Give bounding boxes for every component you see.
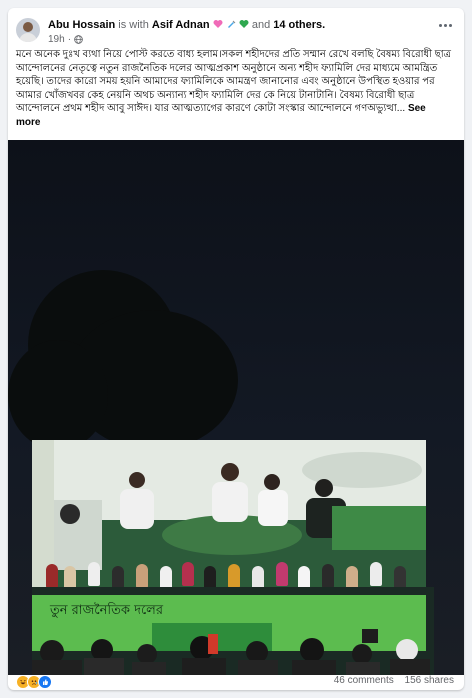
person — [46, 564, 58, 588]
author-avatar[interactable] — [16, 18, 40, 42]
avatar-head — [23, 22, 33, 32]
more-options-icon[interactable] — [436, 18, 454, 32]
post-card: Abu Hossain is with Asif Adnan and 14 ot… — [8, 8, 464, 690]
comments-count[interactable]: 46 comments — [334, 675, 394, 686]
meta-separator: · — [67, 34, 72, 45]
syringe-icon — [227, 20, 236, 28]
others-link[interactable]: 14 others. — [273, 19, 325, 31]
post-text: মনে অনেক দুঃখ ব্যথা নিয়ে পোস্ট করতে বাধ… — [16, 48, 452, 130]
with-text: is with — [118, 19, 149, 31]
post-time[interactable]: 19h — [48, 34, 65, 45]
post-footer: 46 comments 156 shares — [8, 675, 464, 690]
audience-silhouettes — [32, 634, 430, 675]
person — [88, 562, 100, 586]
like-icon — [38, 675, 52, 689]
tree-silhouette — [8, 340, 108, 450]
green-heart-icon — [239, 20, 249, 28]
avatar-body — [19, 33, 37, 42]
person — [276, 562, 288, 586]
person — [370, 562, 382, 586]
tagged-name[interactable]: Asif Adnan — [152, 19, 210, 31]
engagement-stats: 46 comments 156 shares — [326, 675, 454, 686]
person — [228, 564, 240, 588]
globe-icon — [74, 35, 83, 44]
post-photo[interactable]: তুন রাজনৈতিক দলের — [8, 140, 464, 675]
shares-count[interactable]: 156 shares — [405, 675, 454, 686]
and-text: and — [251, 19, 271, 31]
stage: তুন রাজনৈতিক দলের — [32, 440, 434, 675]
reaction-summary[interactable] — [16, 675, 52, 689]
post-names-line: Abu Hossain is with Asif Adnan and 14 ot… — [48, 19, 325, 31]
person — [182, 562, 194, 586]
author-name[interactable]: Abu Hossain — [48, 19, 115, 31]
audience-heads — [32, 630, 434, 675]
post-meta: 19h · — [48, 34, 83, 45]
person — [136, 564, 148, 588]
pink-heart-icon — [213, 20, 223, 28]
person — [322, 564, 334, 588]
post-body: মনে অনেক দুঃখ ব্যথা নিয়ে পোস্ট করতে বাধ… — [16, 49, 452, 115]
